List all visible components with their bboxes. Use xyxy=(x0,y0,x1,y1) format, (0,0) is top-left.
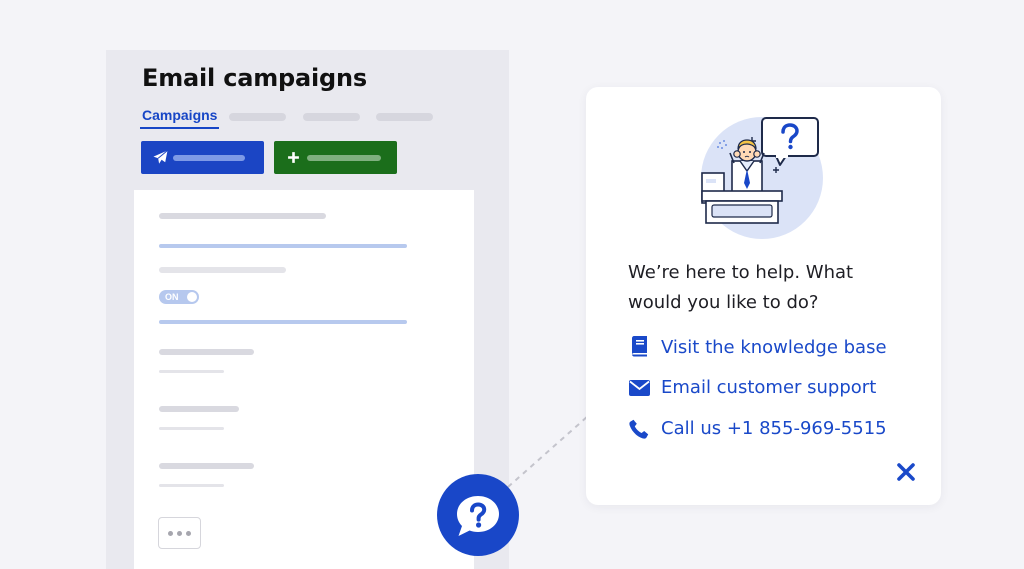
close-button[interactable] xyxy=(895,461,917,483)
help-chat-button[interactable] xyxy=(437,474,519,556)
link-label: Visit the knowledge base xyxy=(661,336,887,358)
link-label: Call us +1 855-969-5515 xyxy=(661,418,887,439)
close-icon xyxy=(897,463,915,481)
help-popup: We’re here to help. What would you like … xyxy=(586,87,941,505)
link-label: Email customer support xyxy=(661,377,877,398)
chat-question-icon xyxy=(457,496,499,536)
phone-icon xyxy=(628,419,650,439)
help-message: We’re here to help. What would you like … xyxy=(628,262,854,313)
call-us-link[interactable]: Call us +1 855-969-5515 xyxy=(628,418,887,439)
email-support-link[interactable]: Email customer support xyxy=(628,377,876,398)
book-icon xyxy=(628,336,650,358)
knowledge-base-link[interactable]: Visit the knowledge base xyxy=(628,336,887,358)
support-agent-illustration xyxy=(701,117,823,239)
envelope-icon xyxy=(628,379,650,396)
